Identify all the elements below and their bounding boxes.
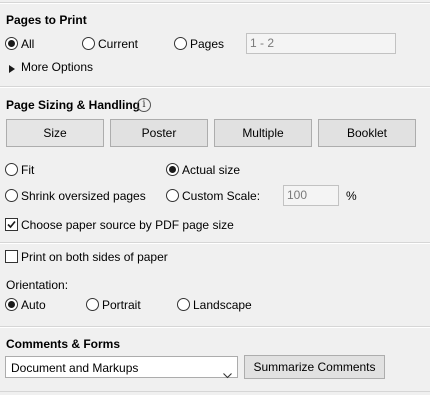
radio-custom-scale-label[interactable]: Custom Scale: [182, 189, 260, 203]
percent-label: % [346, 189, 357, 203]
radio-actual-size[interactable] [166, 163, 179, 176]
size-button-label: Size [43, 126, 67, 140]
poster-button[interactable]: Poster [110, 119, 208, 147]
multiple-button[interactable]: Multiple [214, 119, 312, 147]
radio-actual-size-label[interactable]: Actual size [182, 163, 240, 177]
radio-shrink[interactable] [5, 189, 18, 202]
radio-pages-label[interactable]: Pages [190, 37, 224, 51]
more-options-toggle[interactable]: More Options [21, 60, 93, 74]
comments-forms-select-value: Document and Markups [11, 361, 139, 375]
radio-shrink-label[interactable]: Shrink oversized pages [21, 189, 146, 203]
radio-all[interactable] [5, 37, 18, 50]
duplex-label[interactable]: Print on both sides of paper [21, 250, 168, 264]
radio-current-label[interactable]: Current [98, 37, 138, 51]
bottom-divider [0, 391, 430, 392]
radio-fit-label[interactable]: Fit [21, 163, 34, 177]
chevron-down-icon [223, 364, 232, 386]
size-button[interactable]: Size [6, 119, 104, 147]
radio-landscape[interactable] [177, 298, 190, 311]
radio-custom-scale[interactable] [166, 189, 179, 202]
radio-portrait[interactable] [86, 298, 99, 311]
summarize-comments-button-label: Summarize Comments [253, 360, 376, 374]
info-icon[interactable]: i [137, 98, 151, 112]
divider-3-highlight [0, 327, 430, 328]
comments-forms-title: Comments & Forms [6, 337, 121, 351]
radio-landscape-label[interactable]: Landscape [193, 298, 252, 312]
booklet-button[interactable]: Booklet [318, 119, 416, 147]
divider-1-highlight [0, 87, 430, 88]
orientation-label: Orientation: [6, 278, 69, 292]
pages-range-input[interactable]: 1 - 2 [246, 33, 396, 54]
comments-forms-select[interactable]: Document and Markups [5, 356, 238, 379]
pages-to-print-title: Pages to Print [6, 13, 87, 27]
duplex-checkbox[interactable] [5, 250, 18, 263]
page-sizing-title: Page Sizing & Handling [6, 98, 141, 112]
paper-source-checkbox[interactable] [5, 218, 18, 231]
booklet-button-label: Booklet [346, 126, 388, 140]
divider-2-highlight [0, 243, 430, 244]
radio-auto-label[interactable]: Auto [21, 298, 46, 312]
radio-fit[interactable] [5, 163, 18, 176]
summarize-comments-button[interactable]: Summarize Comments [244, 355, 385, 379]
custom-scale-input[interactable]: 100 [283, 185, 339, 206]
poster-button-label: Poster [141, 126, 177, 140]
paper-source-label[interactable]: Choose paper source by PDF page size [21, 218, 234, 232]
radio-portrait-label[interactable]: Portrait [102, 298, 141, 312]
more-options-arrow-icon[interactable] [9, 62, 15, 76]
multiple-button-label: Multiple [242, 126, 284, 140]
radio-current[interactable] [82, 37, 95, 50]
top-divider-highlight [0, 3, 430, 4]
radio-auto[interactable] [5, 298, 18, 311]
radio-all-label[interactable]: All [21, 37, 34, 51]
radio-pages[interactable] [174, 37, 187, 50]
